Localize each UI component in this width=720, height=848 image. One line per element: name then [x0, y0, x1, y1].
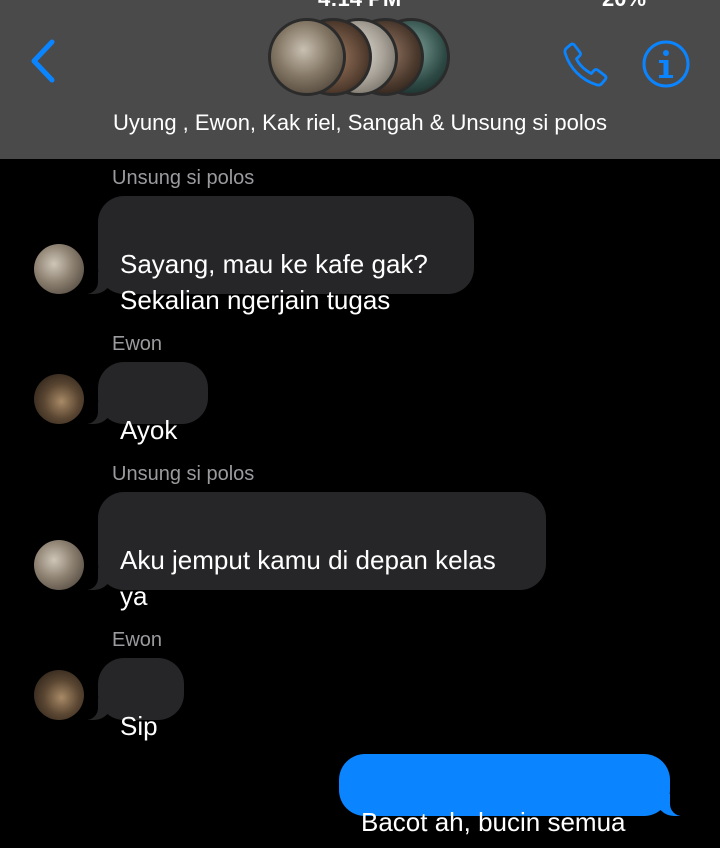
message-bubble[interactable]: Sip: [76, 658, 184, 741]
avatar[interactable]: [34, 374, 84, 424]
group-avatar-stack[interactable]: [268, 14, 458, 104]
info-icon: [642, 40, 690, 88]
sender-name: Ewon: [112, 333, 163, 355]
outgoing-message-bubble[interactable]: Bacot ah, bucin semua: [339, 754, 692, 837]
back-button[interactable]: [22, 36, 66, 86]
message-bubble[interactable]: Aku jemput kamu di depan kelas ya: [76, 492, 546, 611]
message-text: Aku jemput kamu di depan kelas ya: [120, 545, 496, 611]
conversation-header: Uyung , Ewon, Kak riel, Sangah & Unsung …: [0, 10, 720, 159]
message-text: Bacot ah, bucin semua: [361, 807, 626, 837]
avatar[interactable]: [34, 670, 84, 720]
message-text: Sip: [120, 711, 158, 741]
chevron-left-icon: [31, 39, 55, 83]
message-bubble[interactable]: Sayang, mau ke kafe gak? Sekalian ngerja…: [76, 196, 474, 315]
battery-percent: 20%: [602, 0, 646, 10]
message-text: Ayok: [120, 415, 178, 445]
avatar[interactable]: [34, 244, 84, 294]
sender-name: Unsung si polos: [112, 463, 255, 485]
phone-icon: [563, 42, 608, 87]
group-avatar: [268, 18, 346, 96]
status-time: 4:14 PM: [318, 0, 401, 10]
message-text: Sayang, mau ke kafe gak? Sekalian ngerja…: [120, 249, 428, 315]
avatar[interactable]: [34, 540, 84, 590]
info-button[interactable]: [640, 38, 692, 90]
group-name[interactable]: Uyung , Ewon, Kak riel, Sangah & Unsung …: [0, 110, 720, 136]
call-button[interactable]: [560, 38, 612, 90]
message-bubble[interactable]: Ayok: [76, 362, 208, 445]
sender-name: Unsung si polos: [112, 167, 255, 189]
sender-name: Ewon: [112, 629, 163, 651]
status-bar: 4:14 PM 20%: [0, 0, 720, 10]
